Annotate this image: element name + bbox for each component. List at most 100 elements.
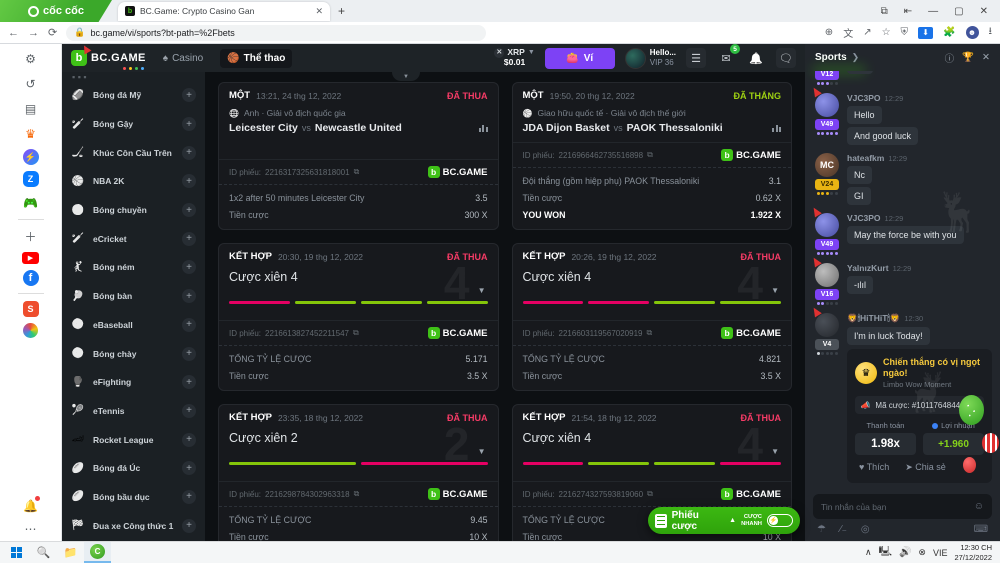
expand-plus-button[interactable]: +: [182, 461, 196, 475]
chat-username[interactable]: VJC3PO: [847, 93, 881, 103]
download-manager-icon[interactable]: ⬇: [918, 27, 933, 39]
expand-plus-button[interactable]: +: [182, 375, 196, 389]
downloads-icon[interactable]: ⭳: [989, 24, 993, 41]
expand-plus-button[interactable]: +: [182, 174, 196, 188]
install-app-icon[interactable]: ⊕: [825, 27, 833, 38]
sidebar-item-baseball[interactable]: ⚾Bóng chày+: [62, 339, 205, 368]
user-avatar[interactable]: [815, 313, 839, 337]
mail-icon[interactable]: ✉5: [716, 48, 736, 68]
stats-chart-icon[interactable]: [772, 125, 781, 132]
trophy-icon[interactable]: 🏆: [962, 52, 974, 63]
copy-icon[interactable]: ⧉: [354, 489, 360, 499]
nav-sports[interactable]: 🏀Thể thao: [220, 49, 292, 68]
chat-room-selector[interactable]: Sports: [815, 52, 847, 63]
chat-input[interactable]: ☺: [813, 494, 992, 519]
tab-close-icon[interactable]: ✕: [315, 6, 323, 17]
crown-icon[interactable]: ♛: [21, 124, 41, 143]
expand-plus-button[interactable]: +: [182, 289, 196, 303]
add-shortcut-icon[interactable]: ＋: [21, 227, 41, 246]
coccoc-brand[interactable]: cốc cốc: [0, 0, 112, 22]
like-button[interactable]: ♥ Thích: [859, 462, 889, 473]
copy-icon[interactable]: ⧉: [646, 328, 652, 338]
chat-username[interactable]: VJC3PO: [847, 213, 881, 223]
chat-toggle-icon[interactable]: 🗨: [776, 48, 796, 68]
expand-plus-button[interactable]: +: [182, 117, 196, 131]
expand-plus-button[interactable]: +: [182, 433, 196, 447]
chevron-right-icon[interactable]: ❯: [852, 52, 860, 63]
copy-icon[interactable]: ⧉: [647, 150, 653, 160]
chip-icon[interactable]: ◎: [861, 524, 870, 535]
more-icon[interactable]: ⋯: [21, 519, 41, 538]
copy-icon[interactable]: ⧉: [353, 328, 359, 338]
screencast-icon[interactable]: ⧉: [881, 6, 888, 17]
adblock-shield-icon[interactable]: ⛨: [901, 27, 909, 38]
browser-profile-avatar[interactable]: ☻: [966, 26, 979, 39]
window-minimize-button[interactable]: —: [928, 6, 938, 17]
shopee-icon[interactable]: S: [23, 301, 39, 317]
bet-card[interactable]: KẾT HỢP20:30, 19 thg 12, 2022ĐÃ THUA Cượ…: [218, 243, 499, 391]
games-ball-icon[interactable]: [23, 323, 38, 338]
display-tray-icon[interactable]: 🖳: [879, 544, 892, 561]
chevron-down-icon[interactable]: ▼: [771, 447, 779, 456]
bet-slip-button[interactable]: Phiếu cược ▲ CƯỢCNHANH ⚡: [648, 507, 800, 534]
user-avatar[interactable]: [815, 263, 839, 287]
user-avatar[interactable]: MC: [815, 153, 839, 177]
sidebar-item-cricket-bat[interactable]: 🏏Bóng Gậy+: [62, 110, 205, 139]
stats-chart-icon[interactable]: [479, 125, 488, 132]
translate-icon[interactable]: 文: [843, 25, 853, 40]
bet-card[interactable]: KẾT HỢP23:35, 18 thg 12, 2022ĐÃ THUA Cượ…: [218, 404, 499, 541]
close-icon[interactable]: ✕: [982, 52, 990, 63]
bet-card[interactable]: KẾT HỢP20:26, 19 thg 12, 2022ĐÃ THUA Cượ…: [512, 243, 793, 391]
new-tab-button[interactable]: +: [338, 4, 345, 18]
taskbar-clock[interactable]: 12:30 CH27/12/2022: [954, 543, 992, 562]
youtube-icon[interactable]: ▶: [22, 252, 39, 264]
sidebar-item-ecricket[interactable]: 🏏eCricket+: [62, 224, 205, 253]
url-field[interactable]: 🔒 bc.game/vi/sports?bt-path=%2Fbets: [66, 25, 486, 41]
expand-plus-button[interactable]: +: [182, 404, 196, 418]
window-maximize-button[interactable]: ▢: [954, 6, 963, 17]
history-icon[interactable]: ↺: [21, 74, 41, 93]
keyboard-icon[interactable]: ⌨: [974, 524, 988, 535]
volume-tray-icon[interactable]: 🔊: [899, 547, 911, 558]
user-avatar[interactable]: [815, 93, 839, 117]
tray-expand-icon[interactable]: ∧: [865, 547, 872, 558]
sidebar-item-rugby[interactable]: 🏉Bóng bầu dục+: [62, 483, 205, 512]
coccoc-taskbar-button[interactable]: C: [84, 542, 111, 563]
language-indicator[interactable]: VIE: [933, 548, 948, 558]
chat-username[interactable]: 🦁🕯HiTHiT🕯🦁: [847, 313, 900, 324]
nav-casino[interactable]: ♠Casino: [156, 49, 210, 68]
sidebar-item-etennis[interactable]: 🎾eTennis+: [62, 397, 205, 426]
sidebar-item-formula1[interactable]: 🏁Đua xe Công thức 1+: [62, 511, 205, 540]
reload-button[interactable]: ⟳: [48, 26, 57, 39]
sidebar-item-ice-hockey[interactable]: 🏒Khúc Côn Cầu Trên Băng+: [62, 138, 205, 167]
chevron-down-icon[interactable]: ▼: [771, 286, 779, 295]
chevron-down-icon[interactable]: ▼: [478, 286, 486, 295]
bet-card[interactable]: MỘT13:21, 24 thg 12, 2022ĐÃ THUA 🌐Anh · …: [218, 82, 499, 230]
notification-bell-icon[interactable]: 🔔: [21, 496, 41, 515]
sidebar-item-rocket-league[interactable]: 🏎Rocket League+: [62, 425, 205, 454]
rain-tip-icon[interactable]: ☂: [817, 524, 826, 535]
sidebar-item-table-tennis[interactable]: 🏓Bóng bàn+: [62, 282, 205, 311]
start-button[interactable]: [3, 542, 30, 563]
chevron-down-icon[interactable]: ▼: [478, 447, 486, 456]
taskbar-search-button[interactable]: 🔍: [30, 542, 57, 563]
forward-button[interactable]: →: [28, 27, 39, 39]
arrow-back-icon[interactable]: ⇤: [904, 6, 912, 17]
browser-tab[interactable]: b BC.Game: Crypto Casino Gan ✕: [118, 2, 330, 21]
wallet-button[interactable]: 👛Ví: [545, 48, 615, 69]
quick-bet-toggle[interactable]: ⚡: [767, 514, 793, 527]
currency-selector[interactable]: ✕XRP▼ $0.01: [494, 48, 534, 68]
gamepad-icon[interactable]: 🎮: [21, 193, 41, 212]
bet-card[interactable]: MỘT19:50, 20 thg 12, 2022ĐÃ THẮNG 🏀Giao …: [512, 82, 793, 230]
emoji-icon[interactable]: ☺: [974, 501, 984, 512]
user-profile[interactable]: Hello... VIP 36: [625, 48, 676, 69]
slash-command-icon[interactable]: ∕₋: [840, 524, 847, 535]
settings-gear-icon[interactable]: ⚙: [21, 49, 41, 68]
expand-plus-button[interactable]: +: [182, 318, 196, 332]
eject-tray-icon[interactable]: ⊗: [918, 547, 926, 558]
chat-username[interactable]: hateafkm: [847, 153, 884, 163]
sidebar-item-american-football[interactable]: 🏈Bóng đá Mỹ+: [62, 81, 205, 110]
user-avatar[interactable]: [815, 213, 839, 237]
file-explorer-button[interactable]: 📁: [57, 542, 84, 563]
menu-list-icon[interactable]: ☰: [686, 48, 706, 68]
